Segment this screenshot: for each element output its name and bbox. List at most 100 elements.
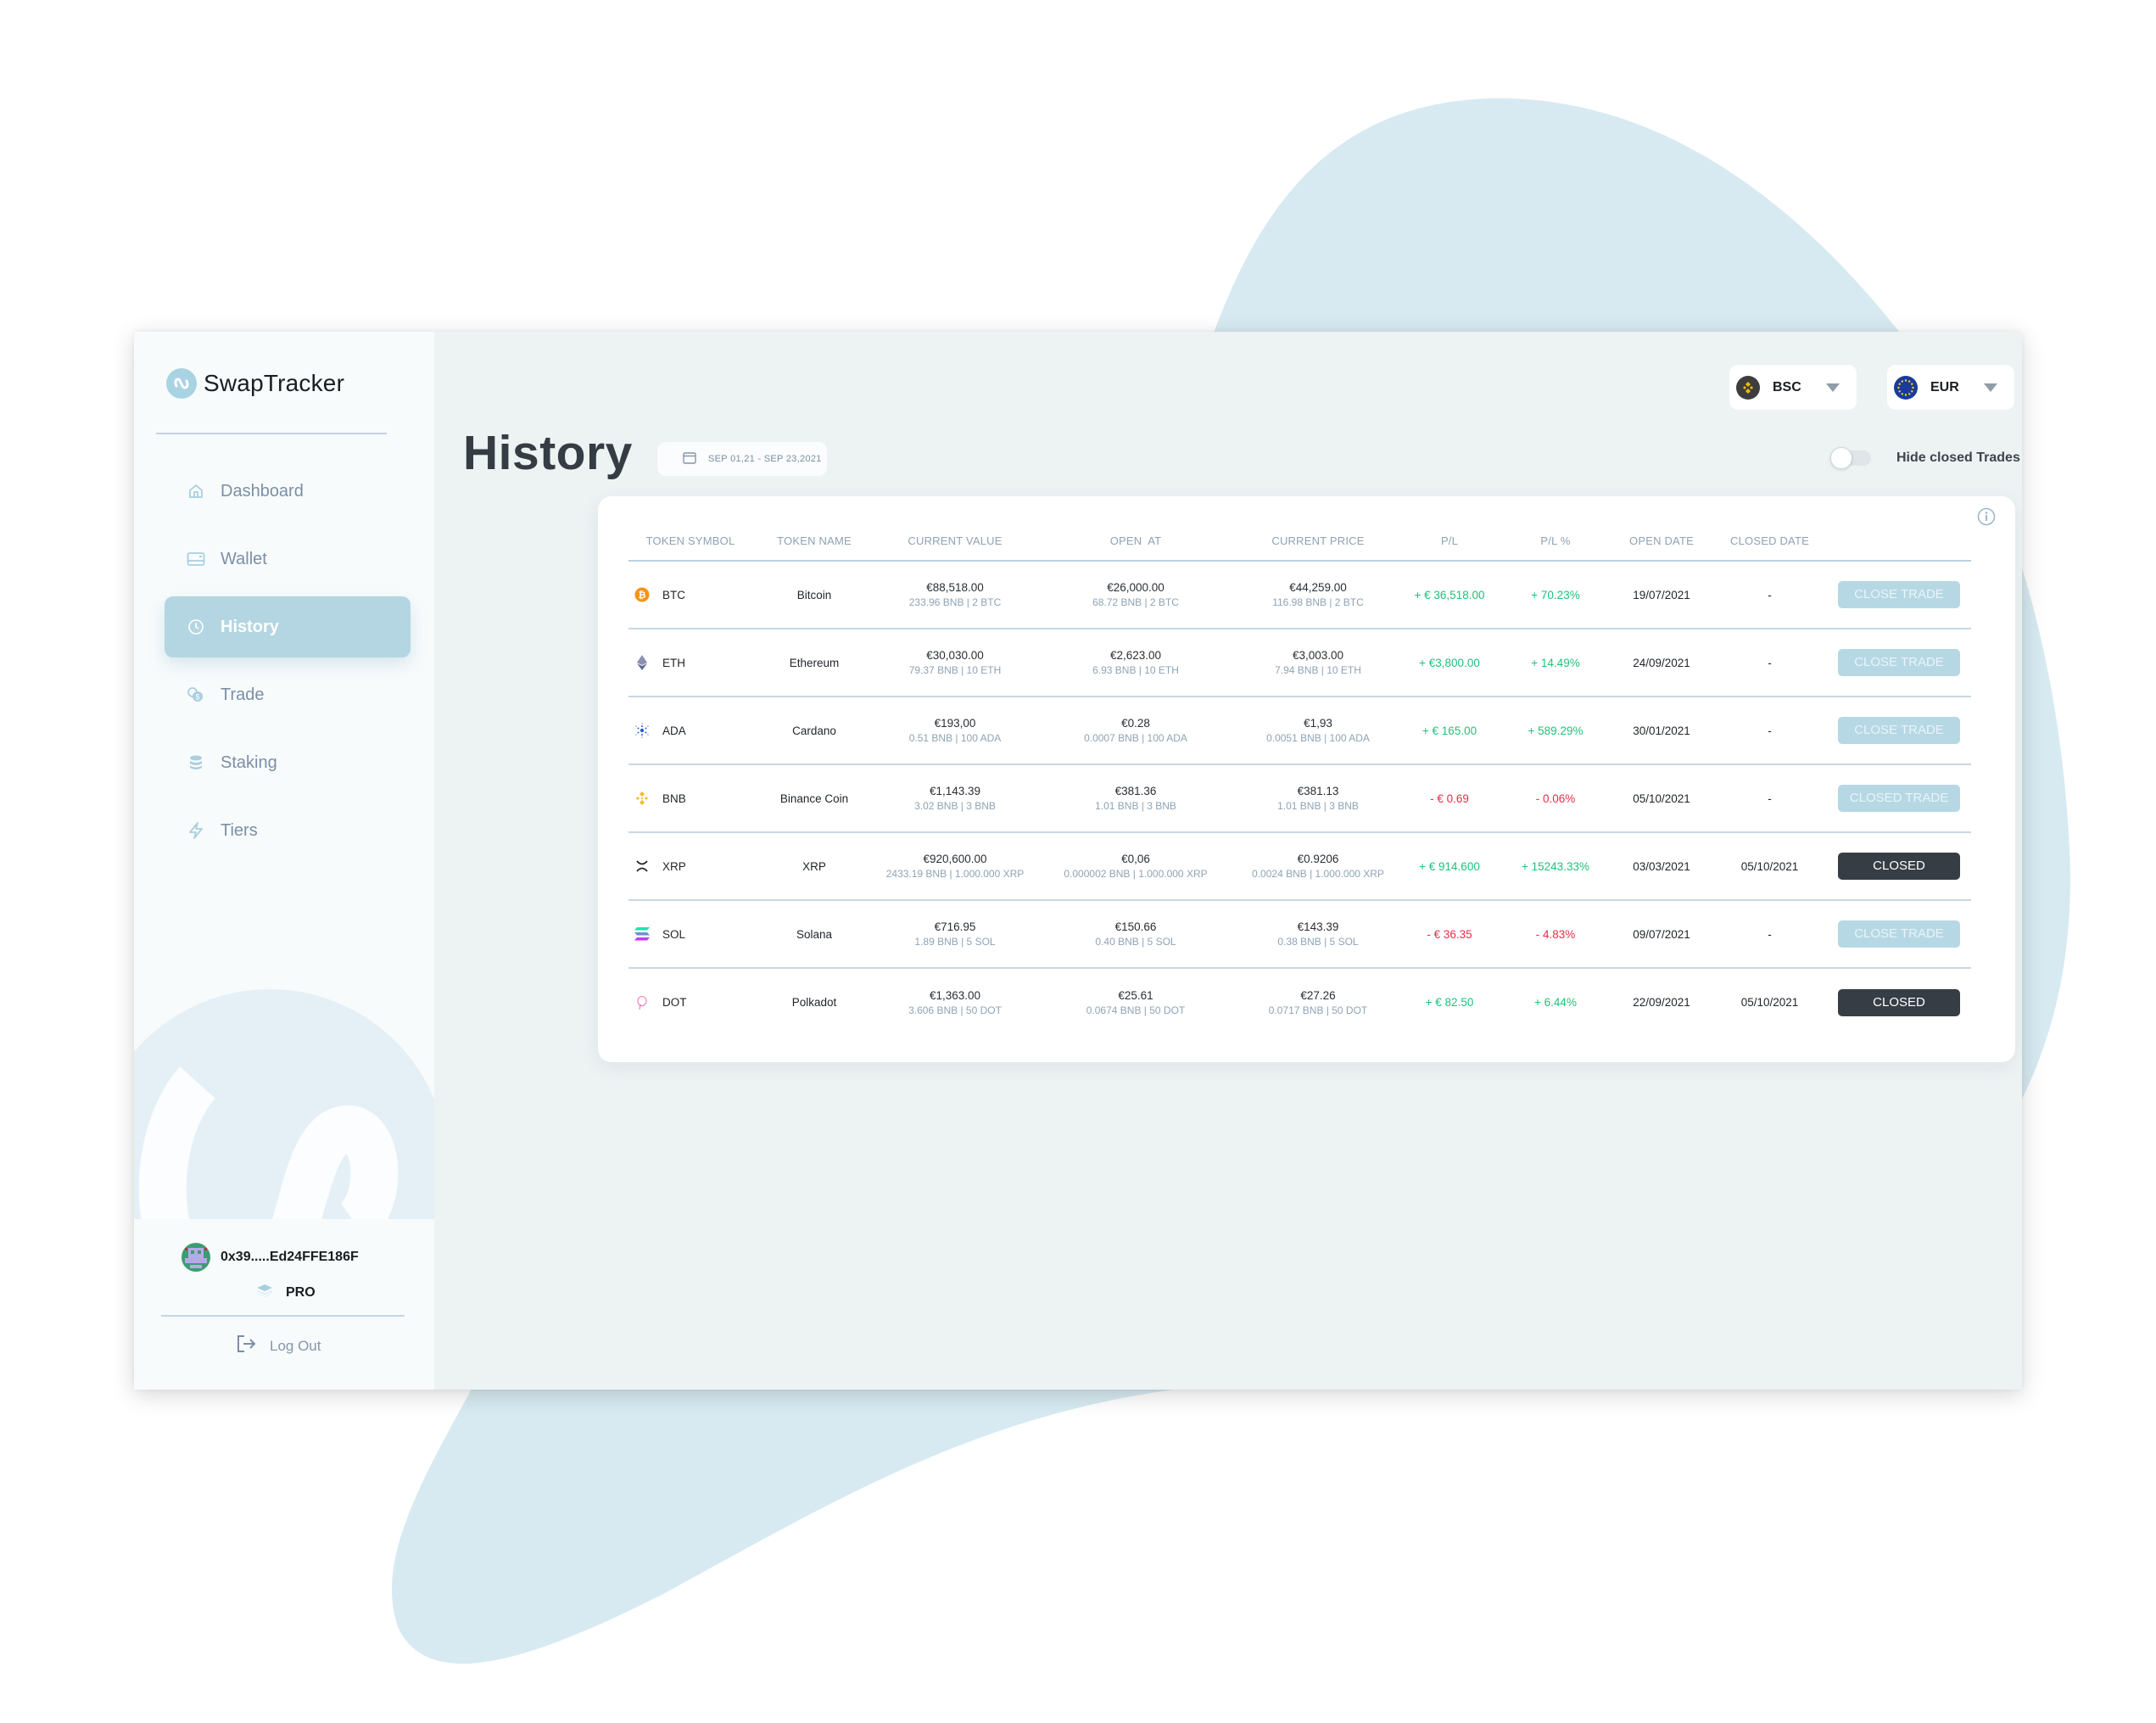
closed-status-button[interactable]: CLOSED (1838, 988, 1960, 1016)
current-value-sub: 0.51 BNB | 100 ADA (908, 732, 1002, 744)
close-trade-button[interactable]: CLOSED TRADE (1838, 785, 1960, 812)
column-header[interactable]: P/L % (1500, 522, 1611, 561)
open-date: 22/09/2021 (1633, 996, 1690, 1009)
close-trade-button[interactable]: CLOSE TRADE (1838, 581, 1960, 608)
token-name: Binance Coin (779, 792, 849, 805)
sidebar-item-label: Wallet (221, 549, 267, 568)
table-row-ada[interactable]: ADA Cardano €193,00 0.51 BNB | 100 ADA €… (628, 696, 1971, 764)
token-symbol: ETH (662, 656, 685, 669)
token-name: Polkadot (791, 996, 837, 1009)
toggle-label: Hide closed Trades (1896, 450, 2020, 465)
profit-loss: + € 914.600 (1419, 859, 1480, 873)
open-date: 19/07/2021 (1633, 588, 1690, 601)
user-panel-divider (161, 1315, 405, 1317)
column-header[interactable]: OPEN AT (1034, 522, 1237, 561)
sidebar-item-staking[interactable]: Staking (165, 732, 411, 793)
toggle-switch[interactable] (1830, 447, 1871, 469)
profit-loss: + € 82.50 (1425, 996, 1474, 1009)
current-value-sub: 1.89 BNB | 5 SOL (914, 936, 996, 948)
open-at: €381.36 (1114, 785, 1157, 797)
info-icon[interactable] (1976, 506, 1997, 527)
current-price: €0.9206 (1297, 853, 1339, 865)
svg-text:$: $ (195, 693, 199, 702)
column-header[interactable]: TOKEN SYMBOL (628, 522, 752, 561)
closed-date: - (1768, 927, 1772, 941)
sidebar-item-wallet[interactable]: Wallet (165, 529, 411, 590)
sidebar-item-label: Dashboard (221, 481, 304, 501)
open-at: €26,000.00 (1107, 581, 1165, 594)
table-row-dot[interactable]: DOT Polkadot €1,363.00 3.606 BNB | 50 DO… (628, 968, 1971, 1036)
solana-icon (634, 926, 651, 943)
profit-loss-percent: - 4.83% (1535, 927, 1576, 941)
cardano-icon (634, 722, 651, 739)
token-name: Solana (796, 927, 833, 941)
open-at-sub: 0.40 BNB | 5 SOL (1095, 936, 1176, 948)
token-symbol: ADA (662, 724, 686, 737)
logout-icon (236, 1334, 258, 1358)
open-at-sub: 0.0674 BNB | 50 DOT (1086, 1004, 1186, 1016)
user-info[interactable]: 0x39.....Ed24FFE186F (182, 1243, 359, 1272)
profit-loss-percent: + 70.23% (1531, 588, 1580, 601)
table-row-bnb[interactable]: BNB Binance Coin €1,143.39 3.02 BNB | 3 … (628, 764, 1971, 832)
profit-loss: + € 165.00 (1422, 724, 1477, 737)
column-header-actions (1827, 522, 1971, 561)
xrp-icon (634, 858, 651, 875)
binance-coin-icon (634, 790, 651, 807)
sidebar-item-history[interactable]: History (165, 596, 411, 657)
logo[interactable]: SwapTracker (166, 368, 344, 399)
sidebar-item-trade[interactable]: $ Trade (165, 664, 411, 725)
open-at: €25.61 (1118, 988, 1153, 1002)
token-name: Bitcoin (796, 588, 832, 601)
table-row-btc[interactable]: ₿ BTC Bitcoin €88,518.00 233.96 BNB | 2 … (628, 561, 1971, 629)
close-trade-button[interactable]: CLOSE TRADE (1838, 649, 1960, 676)
close-trade-button[interactable]: CLOSE TRADE (1838, 717, 1960, 744)
column-header[interactable]: OPEN DATE (1611, 522, 1712, 561)
closed-date: - (1768, 792, 1772, 805)
column-header[interactable]: P/L (1399, 522, 1500, 561)
open-date: 03/03/2021 (1633, 859, 1690, 873)
table-row-xrp[interactable]: XRP XRP €920,600.00 2433.19 BNB | 1.000.… (628, 832, 1971, 900)
current-price-sub: 7.94 BNB | 10 ETH (1275, 664, 1361, 676)
chevron-down-icon (1826, 383, 1840, 392)
network-select[interactable]: BSC (1729, 365, 1857, 410)
open-date: 24/09/2021 (1633, 656, 1690, 669)
profit-loss-percent: + 6.44% (1534, 996, 1577, 1009)
tier-label: PRO (286, 1284, 316, 1300)
current-price: €1,93 (1304, 717, 1332, 730)
table-row-sol[interactable]: SOL Solana €716.95 1.89 BNB | 5 SOL €150… (628, 900, 1971, 968)
current-price-sub: 116.98 BNB | 2 BTC (1272, 596, 1364, 608)
date-range-picker[interactable]: SEP 01,21 - SEP 23,2021 (657, 442, 827, 476)
closed-date: - (1768, 588, 1772, 601)
current-value-sub: 3.02 BNB | 3 BNB (914, 800, 996, 812)
binance-icon (1736, 375, 1760, 400)
current-value: €1,143.39 (929, 785, 981, 797)
user-tier: PRO (255, 1283, 316, 1302)
current-value: €920,600.00 (923, 853, 987, 865)
table-row-eth[interactable]: ETH Ethereum €30,030.00 79.37 BNB | 10 E… (628, 629, 1971, 696)
sidebar-item-label: Staking (221, 752, 277, 772)
open-at: €0,06 (1121, 853, 1150, 865)
hide-closed-trades-toggle[interactable]: Hide closed Trades (1830, 447, 2020, 469)
app-window: SwapTracker Dashboard Wallet History $ T… (134, 332, 2022, 1390)
sidebar-item-dashboard[interactable]: Dashboard (165, 461, 411, 522)
current-value-sub: 2433.19 BNB | 1.000.000 XRP (885, 868, 1025, 880)
currency-select[interactable]: EUR (1887, 365, 2014, 410)
profit-loss: + € 36,518.00 (1414, 588, 1485, 601)
toggle-knob (1830, 447, 1852, 469)
date-range-label: SEP 01,21 - SEP 23,2021 (708, 454, 822, 464)
column-header[interactable]: TOKEN NAME (752, 522, 876, 561)
page-title: History (463, 426, 633, 480)
user-panel: 0x39.....Ed24FFE186F PRO Log Out (134, 1219, 434, 1390)
column-header[interactable]: CURRENT PRICE (1237, 522, 1399, 561)
logout-button[interactable]: Log Out (236, 1334, 321, 1358)
sidebar-divider (156, 433, 387, 434)
layers-icon (255, 1283, 274, 1302)
close-trade-button[interactable]: CLOSE TRADE (1838, 920, 1960, 948)
sidebar-item-tiers[interactable]: Tiers (165, 800, 411, 861)
column-header[interactable]: CLOSED DATE (1712, 522, 1827, 561)
current-price-sub: 0.0051 BNB | 100 ADA (1266, 732, 1370, 744)
column-header[interactable]: CURRENT VALUE (876, 522, 1034, 561)
open-at: €2,623.00 (1109, 649, 1162, 662)
current-price-sub: 0.0024 BNB | 1.000.000 XRP (1252, 868, 1384, 880)
closed-status-button[interactable]: CLOSED (1838, 853, 1960, 880)
